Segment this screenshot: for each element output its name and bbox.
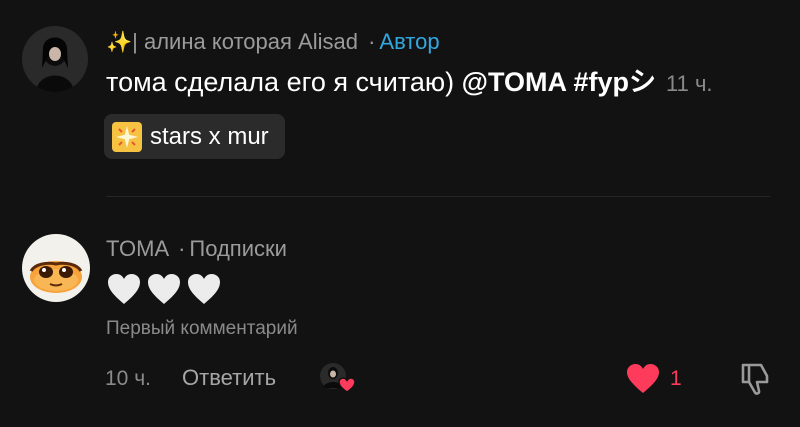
thumbs-down-icon: [741, 363, 769, 395]
author-avatar[interactable]: [22, 26, 88, 92]
first-comment-label: Первый комментарий: [106, 318, 298, 339]
sparkle-square-icon: [112, 121, 142, 152]
dislike-button[interactable]: [738, 362, 772, 396]
heart-filled-icon: [627, 364, 659, 393]
meta-separator: ·: [178, 236, 186, 261]
author-comment-meta: ✨| алина которая Alisad · Автор: [106, 29, 440, 56]
meta-separator: ·: [368, 29, 376, 54]
author-comment-text: тома сделала его я считаю) @TOMA #fypシ 11…: [106, 66, 713, 100]
reply-relation: Подписки: [189, 236, 287, 261]
music-chip[interactable]: stars x mur: [104, 114, 285, 159]
white-heart-icon: [188, 274, 220, 304]
creator-liked-avatar[interactable]: [319, 362, 357, 394]
like-count: 1: [670, 366, 682, 390]
reply-username[interactable]: TOMA: [106, 236, 168, 261]
music-chip-label: stars x mur: [150, 122, 269, 150]
comment-body: тома сделала его я считаю): [106, 67, 455, 97]
sparkles-icon: ✨: [106, 31, 133, 54]
reply-avatar[interactable]: [22, 234, 90, 302]
reply-comment-time: 10 ч.: [105, 367, 151, 390]
white-heart-icon: [108, 274, 140, 304]
comment-divider: [106, 196, 770, 197]
author-username[interactable]: | алина которая Alisad: [132, 29, 358, 54]
author-comment-time: 11 ч.: [666, 71, 713, 96]
comment-mention[interactable]: @TOMA #fypシ: [462, 67, 656, 97]
reply-button[interactable]: Ответить: [182, 365, 276, 391]
like-button[interactable]: 1: [626, 363, 682, 394]
reply-comment-text: [106, 272, 222, 306]
white-heart-icon: [148, 274, 180, 304]
reply-comment-meta: TOMA · Подписки: [106, 236, 287, 262]
author-badge: Автор: [379, 29, 440, 54]
